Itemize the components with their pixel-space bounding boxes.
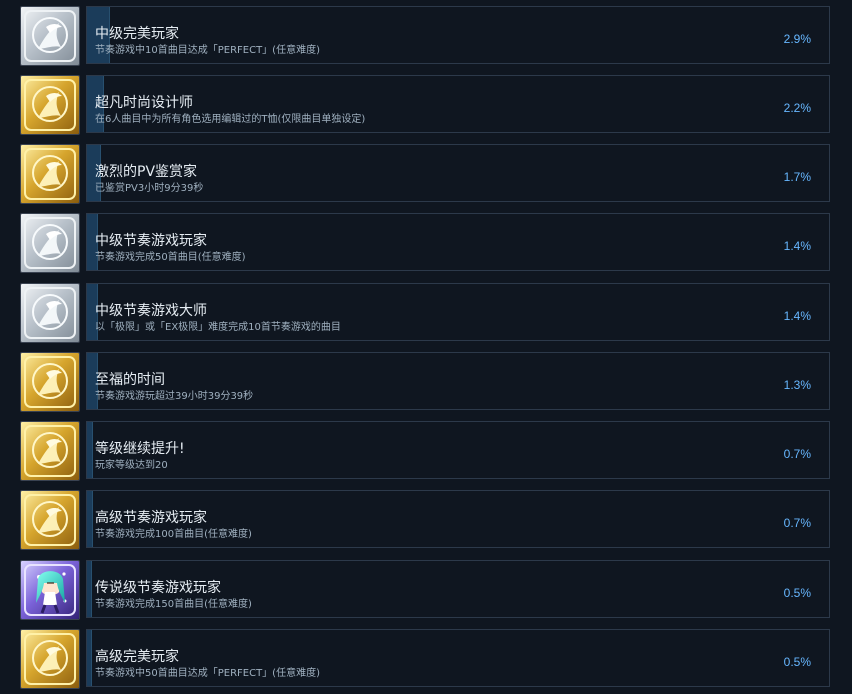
progress-bar — [87, 491, 94, 547]
achievement-title: 至福的时间 — [95, 372, 165, 388]
unlock-percentage: 1.4% — [783, 309, 811, 323]
achievement-title: 高级完美玩家 — [95, 649, 179, 665]
unlock-percentage: 0.5% — [783, 586, 811, 600]
achievement-list: 中级完美玩家 节奏游戏中10首曲目达成「PERFECT」(任意难度) 2.9% — [0, 0, 852, 694]
gold-trophy-icon — [20, 490, 80, 550]
achievement-description: 玩家等级达到20 — [95, 460, 168, 471]
achievement-card: 等级继续提升! 玩家等级达到20 0.7% — [86, 421, 830, 479]
unlock-percentage: 0.5% — [783, 655, 811, 669]
achievement-card: 高级完美玩家 节奏游戏中50首曲目达成「PERFECT」(任意难度) 0.5% — [86, 629, 830, 687]
achievement-title: 等级继续提升! — [95, 441, 185, 457]
progress-bar — [87, 422, 94, 478]
achievement-row[interactable]: 激烈的PV鉴赏家 已鉴赏PV3小时9分39秒 1.7% — [20, 144, 832, 204]
achievement-title: 激烈的PV鉴赏家 — [95, 164, 198, 180]
achievement-card: 高级节奏游戏玩家 节奏游戏完成100首曲目(任意难度) 0.7% — [86, 490, 830, 548]
achievement-title: 中级完美玩家 — [95, 26, 179, 42]
achievement-title: 高级节奏游戏玩家 — [95, 510, 207, 526]
unlock-percentage: 1.4% — [783, 239, 811, 253]
silver-trophy-icon — [20, 283, 80, 343]
achievement-title: 传说级节奏游戏玩家 — [95, 580, 221, 596]
unlock-percentage: 1.7% — [783, 170, 811, 184]
gold-trophy-icon — [20, 629, 80, 689]
unlock-percentage: 1.3% — [783, 378, 811, 392]
achievement-card: 至福的时间 节奏游戏游玩超过39小时39分39秒 1.3% — [86, 352, 830, 410]
achievement-row[interactable]: 高级节奏游戏玩家 节奏游戏完成100首曲目(任意难度) 0.7% — [20, 490, 832, 550]
achievement-description: 节奏游戏中50首曲目达成「PERFECT」(任意难度) — [95, 668, 320, 679]
achievement-title: 中级节奏游戏大师 — [95, 303, 207, 319]
achievement-description: 节奏游戏完成100首曲目(任意难度) — [95, 529, 252, 540]
gold-trophy-icon — [20, 352, 80, 412]
achievement-card: 中级节奏游戏玩家 节奏游戏完成50首曲目(任意难度) 1.4% — [86, 213, 830, 271]
achievement-description: 已鉴赏PV3小时9分39秒 — [95, 183, 204, 194]
achievement-description: 在6人曲目中为所有角色选用编辑过的T恤(仅限曲目单独设定) — [95, 114, 366, 125]
unlock-percentage: 2.2% — [783, 101, 811, 115]
achievement-title: 超凡时尚设计师 — [95, 95, 193, 111]
achievement-description: 以「极限」或「EX极限」难度完成10首节奏游戏的曲目 — [95, 322, 341, 333]
achievement-description: 节奏游戏游玩超过39小时39分39秒 — [95, 391, 254, 402]
achievement-card: 超凡时尚设计师 在6人曲目中为所有角色选用编辑过的T恤(仅限曲目单独设定) 2.… — [86, 75, 830, 133]
progress-bar — [87, 561, 92, 617]
achievement-row[interactable]: 超凡时尚设计师 在6人曲目中为所有角色选用编辑过的T恤(仅限曲目单独设定) 2.… — [20, 75, 832, 135]
achievement-title: 中级节奏游戏玩家 — [95, 233, 207, 249]
achievement-row[interactable]: 至福的时间 节奏游戏游玩超过39小时39分39秒 1.3% — [20, 352, 832, 412]
achievement-card: 传说级节奏游戏玩家 节奏游戏完成150首曲目(任意难度) 0.5% — [86, 560, 830, 618]
achievement-row[interactable]: 中级完美玩家 节奏游戏中10首曲目达成「PERFECT」(任意难度) 2.9% — [20, 6, 832, 66]
achievement-card: 中级完美玩家 节奏游戏中10首曲目达成「PERFECT」(任意难度) 2.9% — [86, 6, 830, 64]
achievement-card: 中级节奏游戏大师 以「极限」或「EX极限」难度完成10首节奏游戏的曲目 1.4% — [86, 283, 830, 341]
achievement-description: 节奏游戏完成50首曲目(任意难度) — [95, 252, 246, 263]
unlock-percentage: 0.7% — [783, 516, 811, 530]
gold-trophy-icon — [20, 75, 80, 135]
legendary-character-icon — [20, 560, 80, 620]
silver-trophy-icon — [20, 6, 80, 66]
achievement-row[interactable]: 等级继续提升! 玩家等级达到20 0.7% — [20, 421, 832, 481]
achievement-row[interactable]: 高级完美玩家 节奏游戏中50首曲目达成「PERFECT」(任意难度) 0.5% — [20, 629, 832, 689]
unlock-percentage: 0.7% — [783, 447, 811, 461]
achievement-description: 节奏游戏中10首曲目达成「PERFECT」(任意难度) — [95, 45, 320, 56]
achievement-description: 节奏游戏完成150首曲目(任意难度) — [95, 599, 252, 610]
gold-trophy-icon — [20, 421, 80, 481]
progress-bar — [87, 630, 92, 686]
achievement-row[interactable]: 传说级节奏游戏玩家 节奏游戏完成150首曲目(任意难度) 0.5% — [20, 560, 832, 620]
achievement-row[interactable]: 中级节奏游戏大师 以「极限」或「EX极限」难度完成10首节奏游戏的曲目 1.4% — [20, 283, 832, 343]
achievement-row[interactable]: 中级节奏游戏玩家 节奏游戏完成50首曲目(任意难度) 1.4% — [20, 213, 832, 273]
achievement-card: 激烈的PV鉴赏家 已鉴赏PV3小时9分39秒 1.7% — [86, 144, 830, 202]
gold-trophy-icon — [20, 144, 80, 204]
unlock-percentage: 2.9% — [783, 32, 811, 46]
silver-trophy-icon — [20, 213, 80, 273]
